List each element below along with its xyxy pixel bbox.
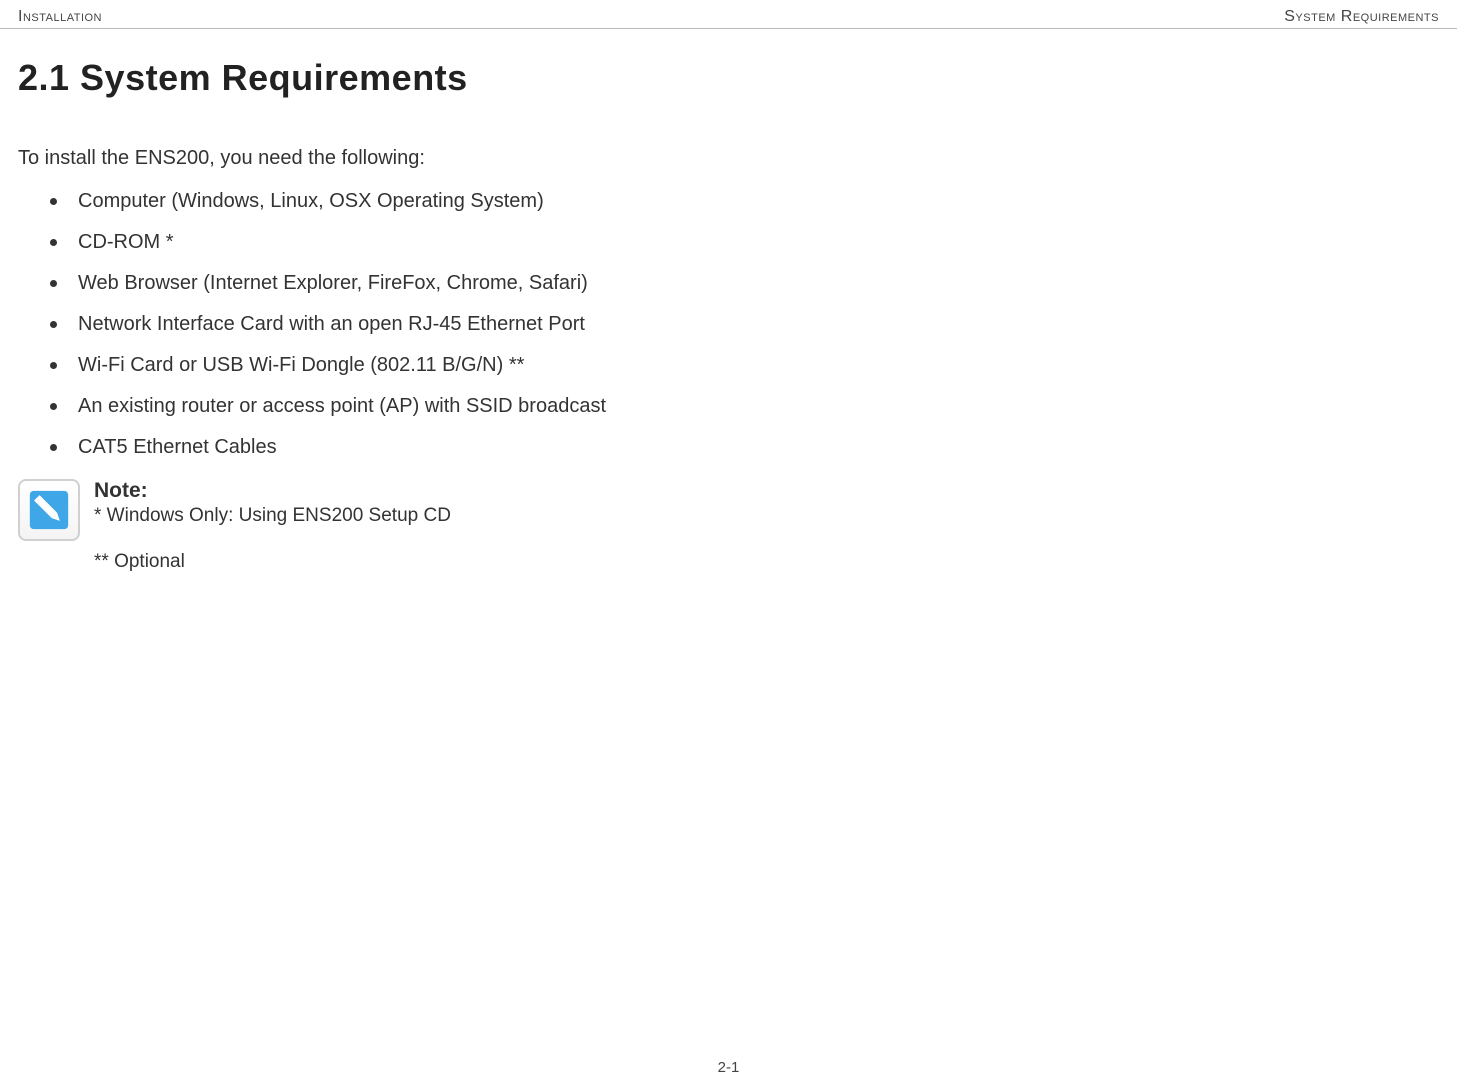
list-item: Network Interface Card with an open RJ-4…	[74, 311, 678, 338]
note-label: Note:	[94, 479, 451, 503]
note-line-1: * Windows Only: Using ENS200 Setup CD	[94, 505, 451, 527]
note-text: Note: * Windows Only: Using ENS200 Setup…	[94, 479, 451, 573]
section-title: 2.1 System Requirements	[18, 57, 1439, 99]
page-footer: 2-1	[0, 1059, 1457, 1076]
list-item: Computer (Windows, Linux, OSX Operating …	[74, 188, 678, 215]
header-right: System Requirements	[1284, 8, 1439, 26]
page-number: 2-1	[718, 1059, 740, 1076]
requirements-list: Computer (Windows, Linux, OSX Operating …	[18, 188, 678, 461]
page-header: Installation System Requirements	[0, 0, 1457, 29]
intro-paragraph: To install the ENS200, you need the foll…	[18, 147, 1439, 170]
header-left: Installation	[18, 8, 102, 26]
list-item: CD-ROM *	[74, 229, 678, 256]
note-line-2: ** Optional	[94, 551, 451, 573]
list-item: Wi-Fi Card or USB Wi-Fi Dongle (802.11 B…	[74, 352, 678, 379]
page-content: 2.1 System Requirements To install the E…	[0, 29, 1457, 573]
list-item: CAT5 Ethernet Cables	[74, 434, 678, 461]
pencil-note-icon	[18, 479, 80, 541]
list-item: Web Browser (Internet Explorer, FireFox,…	[74, 270, 678, 297]
note-block: Note: * Windows Only: Using ENS200 Setup…	[18, 479, 1439, 573]
list-item: An existing router or access point (AP) …	[74, 393, 678, 420]
